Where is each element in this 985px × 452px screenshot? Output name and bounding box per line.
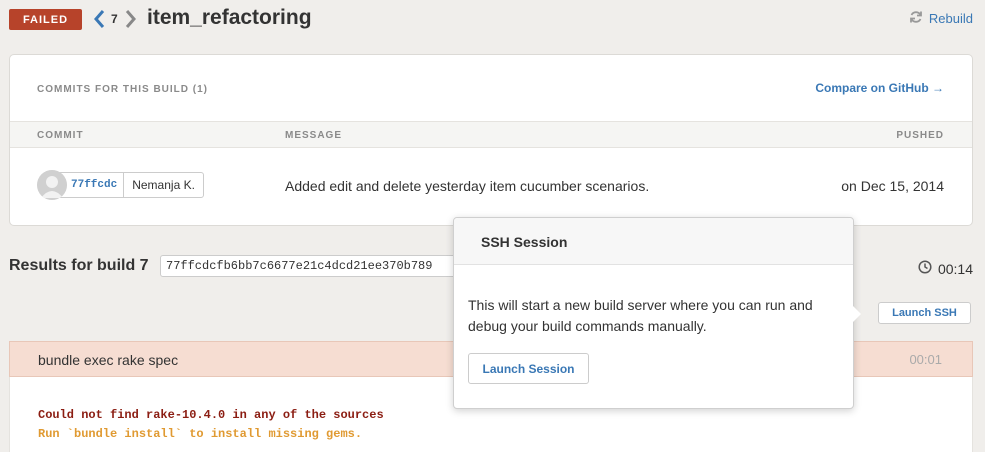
popover-description: This will start a new build server where…	[468, 297, 813, 334]
ssh-session-popover: SSH Session This will start a new build …	[453, 217, 854, 409]
column-commit: COMMIT	[37, 130, 84, 141]
clock-icon	[918, 260, 932, 277]
build-number: 7	[111, 12, 118, 26]
rebuild-label: Rebuild	[928, 11, 973, 26]
next-build-icon[interactable]	[124, 8, 138, 30]
launch-ssh-button[interactable]: Launch SSH	[878, 302, 971, 324]
build-duration: 00:14	[918, 260, 973, 277]
popover-title: SSH Session	[481, 234, 568, 250]
refresh-icon	[909, 10, 923, 27]
output-error-line: Could not find rake-10.4.0 in any of the…	[38, 408, 384, 422]
column-pushed: PUSHED	[896, 130, 944, 141]
full-commit-hash[interactable]: 77ffcdcfb6bb7c6677e21c4dcd21ee370b789	[160, 255, 460, 277]
branch-title: item_refactoring	[147, 6, 312, 29]
popover-header: SSH Session	[454, 218, 853, 265]
commit-author: Nemanja K.	[123, 173, 203, 197]
commit-pushed-date: on Dec 15, 2014	[841, 178, 944, 194]
step-command: bundle exec rake spec	[38, 352, 179, 368]
results-label: Results for build 7	[9, 257, 149, 274]
compare-on-github-link[interactable]: Compare on GitHub →	[815, 81, 944, 95]
column-message: MESSAGE	[285, 130, 343, 141]
step-time: 00:01	[909, 352, 942, 367]
commits-card: COMMITS FOR THIS BUILD (1) Compare on Gi…	[9, 54, 973, 226]
output-warning-line: Run `bundle install` to install missing …	[38, 427, 363, 441]
commit-chip: 77ffcdc Nemanja K.	[56, 172, 204, 198]
commit-message: Added edit and delete yesterday item cuc…	[285, 178, 650, 194]
previous-build-icon[interactable]	[92, 8, 106, 30]
commit-table-header: COMMIT MESSAGE PUSHED	[10, 121, 972, 148]
user-avatar	[37, 170, 67, 200]
duration-value: 00:14	[937, 260, 973, 277]
commits-heading: COMMITS FOR THIS BUILD (1)	[37, 84, 208, 95]
rebuild-button[interactable]: Rebuild	[909, 10, 973, 27]
status-badge: FAILED	[9, 9, 82, 30]
popover-arrow	[852, 305, 861, 323]
launch-session-button[interactable]: Launch Session	[468, 353, 589, 384]
